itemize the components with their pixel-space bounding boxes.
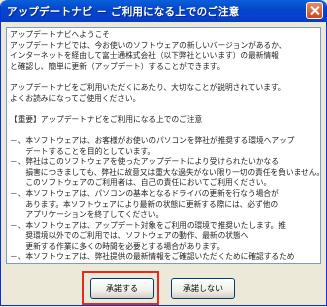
notice-line (10, 72, 313, 83)
notice-line: 【重要】アップデートナビをご利用になる上でのご注意 (10, 114, 203, 124)
notice-line: アップデートナビをご利用いただくにあたり、大切なことが説明されています。 (10, 82, 286, 92)
window-title: アップデートナビ － ご利用になる上でのご注意 (7, 6, 240, 18)
notice-line: と確認し、簡単に更新（アップデート）することができます。 (10, 61, 225, 71)
accept-button-highlight (82, 271, 159, 305)
notice-line: の、インターネットへの接続を必要とします。お客様がご利用の回線やプ (10, 263, 313, 264)
notice-line: アップデートナビでは、今お使いのソフトウェアの新しいバージョンがあるか、 (10, 40, 287, 50)
title-bar[interactable]: アップデートナビ － ご利用になる上でのご注意 (1, 0, 326, 22)
notice-content: アップデートナビへようこそ アップデートナビでは、今お使いのソフトウェアの新しいバ… (10, 30, 321, 264)
notice-textbox[interactable]: アップデートナビへようこそ アップデートナビでは、今お使いのソフトウェアの新しいバ… (6, 27, 321, 264)
notice-line: このソフトウェアのご利用者は、自己の責任においてご利用ください。 (10, 178, 272, 188)
notice-line: 損害につきましても、弊社に故意又は重大な過失がない限り一切の責任を負いません。 (10, 167, 321, 177)
notice-line: －、本ソフトウェアは、アップデート対象をご利用の環境で推奨いたします。推 (10, 220, 286, 230)
notice-line: －、弊社はこのソフトウェアを使ったアップデートにより受けられたいかなる (10, 157, 279, 167)
decline-button[interactable]: 承諾しない (171, 278, 235, 299)
notice-line: 奨環境以外でのご利用では、ソフトウェアの動作、最新の状態へ (10, 231, 249, 241)
notice-line: アプリケーションを終了してください。 (10, 210, 164, 220)
notice-line (10, 125, 313, 136)
notice-line: －、本ソフトウェアは、パソコンの基本となるドライバの更新を行なう場合が (10, 188, 279, 198)
close-button[interactable] (306, 2, 323, 19)
notice-line: アップデートナビへようこそ (10, 30, 110, 39)
notice-line: －、本ソフトウェアは、弊社提供の最新情報をご確認いただくために確認するため (10, 252, 295, 262)
notice-line: デートすることを目的としています。 (10, 146, 156, 156)
notice-line (10, 104, 313, 115)
notice-line: よくお読みになってご使用ください。 (10, 93, 141, 103)
notice-line: あります。本ソフトウェアにより最新の状態に更新する際には、必ず他の (10, 199, 279, 209)
notice-line: 更新する作業に多くの時間を必要とする場合があります。 (10, 241, 225, 251)
notice-line: インターネットを経由して富士通株式会社（以下弊社といいます）の最新情報 (10, 51, 279, 61)
notice-line: －、本ソフトウェアは、お客様がお使いのパソコンを弊社が推奨する環境へアップ (10, 135, 295, 145)
dialog-window: アップデートナビ － ご利用になる上でのご注意 アップデートナビへようこそ アップ… (0, 0, 327, 306)
